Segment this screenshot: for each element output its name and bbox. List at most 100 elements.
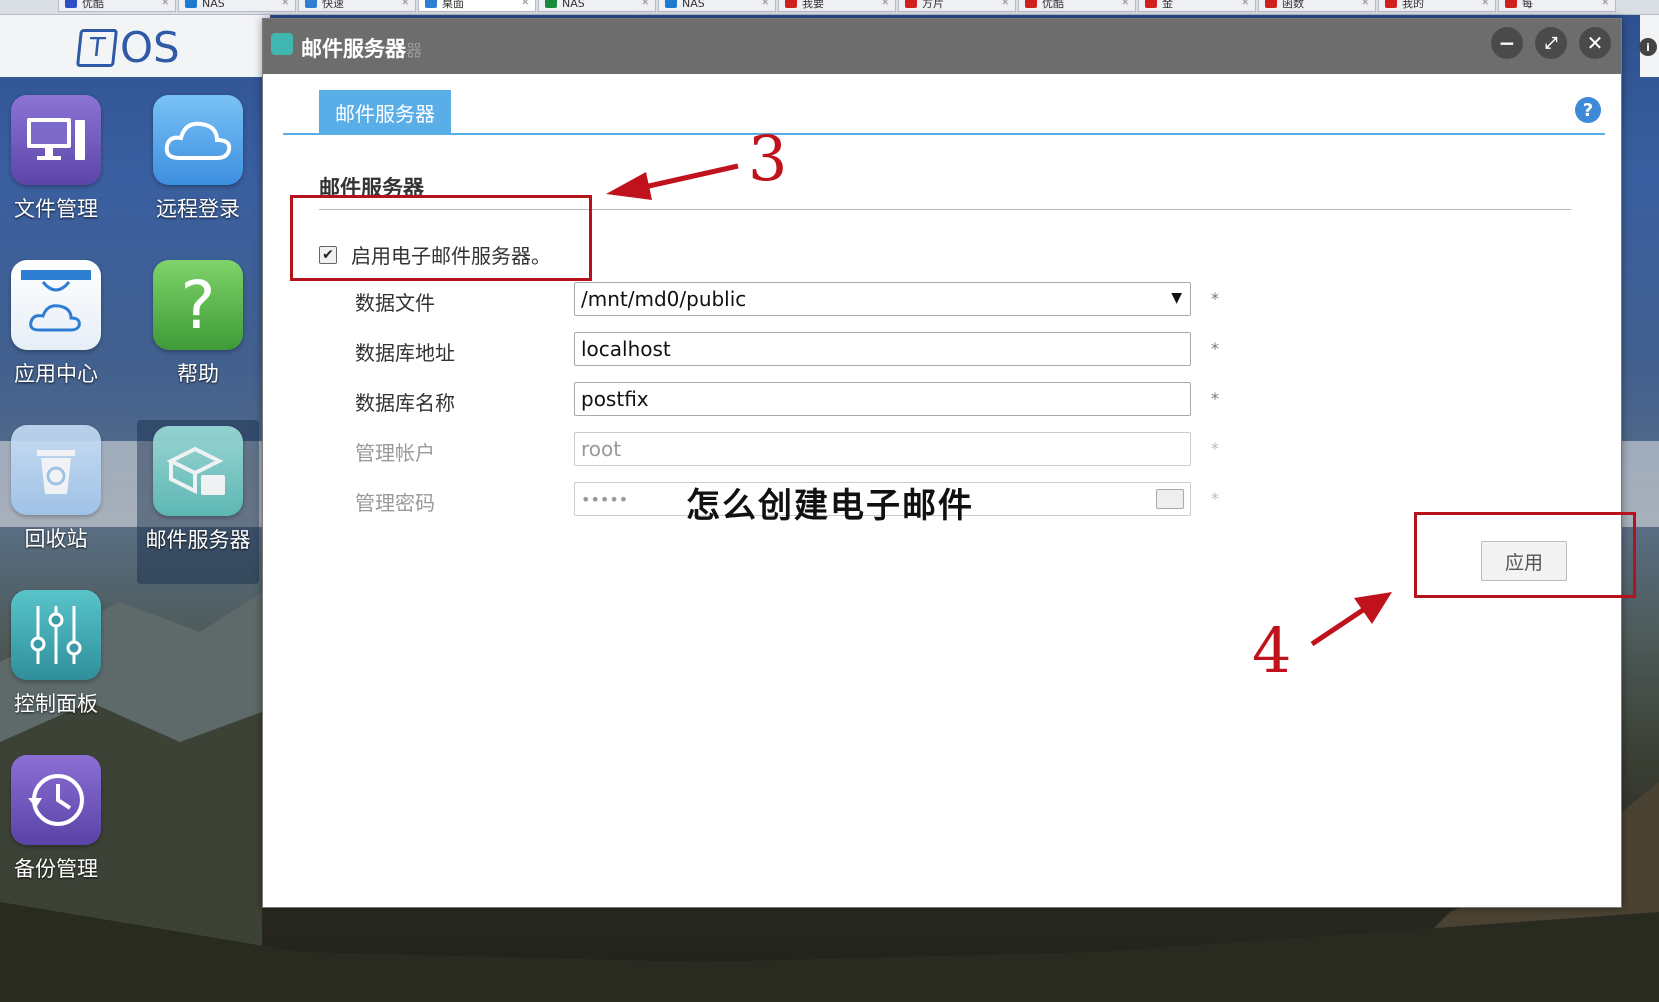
desktop-icon-backup[interactable]: 备份管理 [0, 755, 112, 897]
tab-close-icon[interactable]: ✕ [281, 0, 289, 8]
tab-favicon-icon [665, 0, 677, 8]
browser-tab[interactable]: 快速 ✕ [298, 0, 416, 12]
desktop-icon-label: 远程登录 [156, 197, 240, 221]
desktop-icon-label: 邮件服务器 [145, 528, 251, 552]
browser-tab[interactable]: NAS ✕ [658, 0, 776, 12]
desktop-icon-label: 应用中心 [14, 362, 98, 386]
tab-close-icon[interactable]: ✕ [1481, 0, 1489, 8]
browser-tab[interactable]: 优酷 ✕ [58, 0, 176, 12]
keyboard-icon[interactable] [1156, 489, 1184, 509]
tab-favicon-icon [305, 0, 317, 8]
window-titlebar[interactable]: 邮件服务器器 − ⤢ ✕ [263, 19, 1621, 74]
tab-close-icon[interactable]: ✕ [1241, 0, 1249, 8]
monitor-icon [11, 95, 101, 185]
browser-tab-label: 优酷 [82, 0, 104, 10]
browser-tab-label: NAS [202, 0, 225, 10]
desktop-icon-app-center[interactable]: 应用中心 [0, 260, 112, 402]
close-button[interactable]: ✕ [1579, 27, 1611, 59]
cloud-icon [153, 95, 243, 185]
tab-favicon-icon [1505, 0, 1517, 8]
browser-tab[interactable]: 优酷 ✕ [1018, 0, 1136, 12]
tab-favicon-icon [785, 0, 797, 8]
tab-close-icon[interactable]: ✕ [1121, 0, 1129, 8]
browser-tab-label: 快速 [322, 0, 344, 10]
trash-icon [11, 425, 101, 515]
browser-tab[interactable]: 每 ✕ [1498, 0, 1616, 12]
required-marker: * [1211, 489, 1219, 508]
tab-close-icon[interactable]: ✕ [641, 0, 649, 8]
desktop-icon-recycle-bin[interactable]: 回收站 [0, 425, 112, 567]
annotation-number-4: 4 [1252, 614, 1292, 687]
browser-tab-label: 函数 [1282, 0, 1304, 10]
maximize-button[interactable]: ⤢ [1535, 27, 1567, 59]
tab-close-icon[interactable]: ✕ [521, 0, 529, 8]
browser-tab[interactable]: 函数 ✕ [1258, 0, 1376, 12]
data-file-value: /mnt/md0/public [581, 287, 747, 311]
desktop-icon-label: 控制面板 [14, 692, 98, 716]
desktop-icon-control-panel[interactable]: 控制面板 [0, 590, 112, 732]
annotation-number-3: 3 [748, 122, 788, 195]
tab-close-icon[interactable]: ✕ [761, 0, 769, 8]
browser-tab[interactable]: 方片 ✕ [898, 0, 1016, 12]
db-address-value: localhost [581, 337, 671, 361]
tos-logo: T OS [76, 23, 180, 72]
field-label-db-address: 数据库地址 [355, 341, 455, 365]
field-label-admin-password: 管理密码 [355, 491, 435, 515]
data-file-select[interactable]: /mnt/md0/public ▼ [574, 282, 1191, 316]
browser-tab[interactable]: 金 ✕ [1138, 0, 1256, 12]
browser-tab[interactable]: NAS ✕ [178, 0, 296, 12]
browser-tab-label: 我的 [1402, 0, 1424, 10]
tab-favicon-icon [545, 0, 557, 8]
browser-tab[interactable]: 桌面 ✕ [418, 0, 536, 12]
tab-favicon-icon [65, 0, 77, 8]
minimize-icon: − [1498, 31, 1516, 55]
browser-tab-label: 优酷 [1042, 0, 1064, 10]
browser-tab[interactable]: 我的 ✕ [1378, 0, 1496, 12]
tab-favicon-icon [425, 0, 437, 8]
admin-account-input[interactable]: root [574, 432, 1191, 466]
dropdown-arrow-icon: ▼ [1171, 290, 1182, 306]
tab-close-icon[interactable]: ✕ [1001, 0, 1009, 8]
question-icon: ? [153, 260, 243, 350]
desktop-icon-mail-server[interactable]: 邮件服务器 [137, 420, 259, 584]
browser-tab[interactable]: NAS ✕ [538, 0, 656, 12]
db-name-input[interactable]: postfix [574, 382, 1191, 416]
bag-cloud-icon [11, 260, 101, 350]
db-address-input[interactable]: localhost [574, 332, 1191, 366]
minimize-button[interactable]: − [1491, 27, 1523, 59]
tab-favicon-icon [1385, 0, 1397, 8]
admin-password-value: ••••• [581, 489, 629, 509]
browser-tab-label: 金 [1162, 0, 1173, 10]
mail-server-icon [271, 33, 293, 55]
tab-close-icon[interactable]: ✕ [1601, 0, 1609, 8]
desktop-icon-label: 文件管理 [14, 197, 98, 221]
tab-favicon-icon [1025, 0, 1037, 8]
help-icon[interactable]: ? [1575, 97, 1601, 123]
admin-account-value: root [581, 437, 622, 461]
tab-mail-server[interactable]: 邮件服务器 [319, 90, 451, 134]
annotation-box-step3 [290, 195, 592, 281]
tab-favicon-icon [1265, 0, 1277, 8]
browser-tab-label: NAS [682, 0, 705, 10]
tab-close-icon[interactable]: ✕ [401, 0, 409, 8]
browser-tab-label: 桌面 [442, 0, 464, 10]
desktop-icon-remote-login[interactable]: 远程登录 [142, 95, 254, 237]
desktop-icon-label: 回收站 [24, 527, 88, 551]
mail-server-window: 邮件服务器器 − ⤢ ✕ 邮件服务器 ? 邮件服务器 ✔ 启用电子邮件服务器。 … [262, 18, 1622, 908]
required-marker: * [1211, 289, 1219, 308]
browser-tab-strip: 优酷 ✕ NAS ✕ 快速 ✕ 桌面 ✕ NAS ✕ NAS ✕ 我要 ✕ 方片 ✕ 优酷 ✕ 金 ✕ 函数 ✕ 我的 ✕ 每 ✕ [0, 0, 1659, 15]
desktop-icon-label: 帮助 [177, 362, 219, 386]
desktop-icon-help[interactable]: ? 帮助 [142, 260, 254, 402]
info-icon[interactable]: i [1639, 38, 1657, 56]
desktop-icon-file-manager[interactable]: 文件管理 [0, 95, 112, 237]
tab-close-icon[interactable]: ✕ [1361, 0, 1369, 8]
close-icon: ✕ [1586, 31, 1604, 55]
tab-close-icon[interactable]: ✕ [161, 0, 169, 8]
desktop-icon-label: 备份管理 [14, 857, 98, 881]
clock-icon [11, 755, 101, 845]
browser-tab-label: 我要 [802, 0, 824, 10]
tab-favicon-icon [185, 0, 197, 8]
browser-tab[interactable]: 我要 ✕ [778, 0, 896, 12]
tab-close-icon[interactable]: ✕ [881, 0, 889, 8]
required-marker: * [1211, 339, 1219, 358]
